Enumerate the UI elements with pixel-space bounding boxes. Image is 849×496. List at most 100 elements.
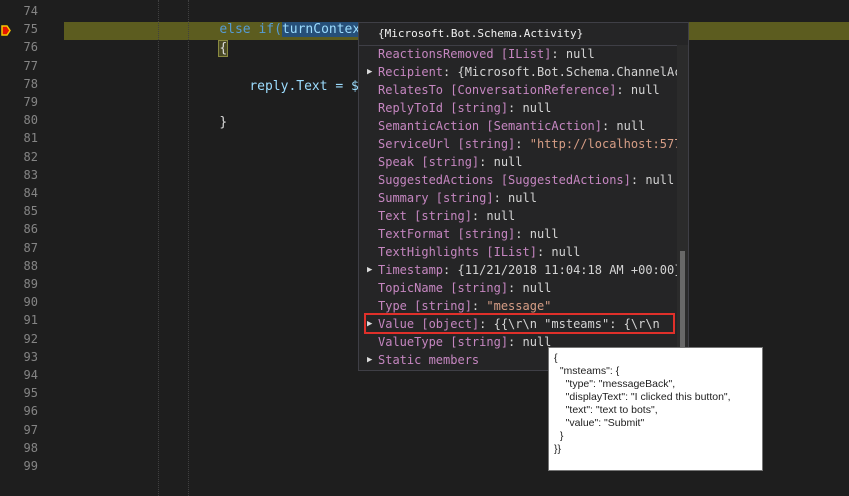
expand-arrow-icon[interactable]: ▶	[367, 351, 377, 369]
line-number: 79	[23, 95, 38, 109]
property-value: null	[565, 47, 595, 61]
property-name: Text [string]	[378, 209, 472, 223]
property-value: {11/21/2018 11:04:18 AM +00:00}	[457, 263, 677, 277]
line-number-gutter: 74 75 76 77 78 79 80 81 82 83 84 85 86 87 88 89 90 91 92 93…	[0, 0, 64, 496]
property-separator: :	[515, 227, 530, 241]
property-value: {Microsoft.Bot.Schema.ChannelAcc	[457, 65, 677, 79]
datatip-row[interactable]: ServiceUrl [string]: "http://localhost:5…	[359, 135, 677, 153]
datatip-row[interactable]: Speak [string]: null	[359, 153, 677, 171]
property-separator: :	[630, 173, 646, 187]
property-name: Timestamp	[378, 263, 444, 277]
line-number: 84	[23, 186, 38, 200]
datatip-row[interactable]: Text [string]: null	[359, 207, 677, 225]
line-number: 92	[23, 331, 38, 346]
property-name: TextFormat [string]	[378, 227, 516, 241]
property-name: RelatesTo [ConversationReference]	[378, 83, 617, 97]
datatip-row[interactable]: TextFormat [string]: null	[359, 225, 677, 243]
line-number: 96	[23, 404, 38, 419]
line-number: 81	[23, 131, 38, 146]
property-value: null	[522, 101, 552, 115]
property-name: TextHighlights [IList]	[378, 245, 537, 259]
breakpoint-current-statement-icon[interactable]	[1, 25, 11, 36]
property-name: ValueType [string]	[378, 335, 509, 349]
property-value: null	[645, 173, 675, 187]
line-number: 88	[23, 258, 38, 273]
property-separator: :	[508, 335, 523, 349]
property-name: Speak [string]	[378, 155, 480, 169]
datatip-row[interactable]: ReplyToId [string]: null	[359, 99, 677, 117]
property-separator: :	[508, 101, 523, 115]
property-separator: :	[551, 47, 566, 61]
property-value: null	[630, 83, 660, 97]
datatip-row[interactable]: ▶ Recipient: {Microsoft.Bot.Schema.Channe…	[359, 63, 677, 81]
property-name: SemanticAction [SemanticAction]	[378, 119, 602, 133]
datatip-row[interactable]: TopicName [string]: null	[359, 279, 677, 297]
closing-brace: }	[219, 115, 228, 130]
property-separator: :	[515, 137, 530, 151]
property-value: null	[486, 209, 516, 223]
line-number: 87	[23, 240, 38, 255]
property-separator: :	[601, 119, 617, 133]
line-number: 76	[23, 40, 38, 55]
property-value: null	[529, 227, 559, 241]
line-number: 86	[23, 222, 38, 237]
property-name: SuggestedActions [SuggestedActions]	[378, 173, 631, 187]
property-separator: :	[443, 65, 458, 79]
property-name: ServiceUrl [string]	[378, 137, 516, 151]
expand-arrow-icon[interactable]: ▶	[367, 63, 377, 81]
property-value: null	[551, 245, 581, 259]
line-number: 91	[23, 313, 38, 328]
line-number: 77	[23, 58, 38, 73]
line-number: 82	[23, 149, 38, 164]
datatip-scrollbar[interactable]	[677, 45, 688, 370]
datatip-row[interactable]: RelatesTo [ConversationReference]: null	[359, 81, 677, 99]
line-number: 80	[23, 113, 38, 128]
line-number: 83	[23, 167, 38, 182]
line-number: 74	[23, 4, 38, 18]
line-number: 85	[23, 204, 38, 219]
current-brace: {	[218, 40, 229, 57]
indent-guide	[158, 0, 159, 496]
line-number: 90	[23, 295, 38, 310]
datatip-row[interactable]: Summary [string]: null	[359, 189, 677, 207]
line-number: 93	[23, 349, 38, 364]
line-number: 94	[23, 368, 38, 382]
property-name: ReactionsRemoved [IList]	[378, 47, 552, 61]
code-line-79: }	[188, 96, 227, 150]
value-row-highlight-box	[364, 313, 675, 334]
property-separator: :	[508, 281, 523, 295]
property-value: null	[508, 191, 537, 205]
property-value: null	[493, 155, 523, 169]
property-name: Recipient	[378, 65, 444, 79]
property-name: Static members	[378, 353, 480, 367]
line-number: 78	[23, 76, 38, 91]
datatip-row[interactable]: TextHighlights [IList]: null	[359, 243, 677, 261]
datatip-row[interactable]: SemanticAction [SemanticAction]: null	[359, 117, 677, 135]
property-value: null	[522, 281, 552, 295]
property-value: "http://localhost:5777	[529, 137, 677, 151]
property-separator: :	[479, 155, 494, 169]
json-value-tooltip: { "msteams": { "type": "messageBack", "d…	[548, 347, 763, 471]
property-separator: :	[471, 299, 487, 313]
datatip-row[interactable]: ▶ Timestamp: {11/21/2018 11:04:18 AM +00:…	[359, 261, 677, 279]
property-name: Summary [string]	[378, 191, 494, 205]
line-number: 95	[23, 386, 38, 401]
line-number: 99	[23, 459, 38, 473]
property-name: TopicName [string]	[378, 281, 509, 295]
property-name: ReplyToId [string]	[378, 101, 509, 115]
line-number: 89	[23, 277, 38, 291]
property-separator: :	[536, 245, 552, 259]
datatip-row[interactable]: SuggestedActions [SuggestedActions]: nul…	[359, 171, 677, 189]
property-value: "message"	[486, 299, 552, 313]
property-separator: :	[493, 191, 509, 205]
property-separator: :	[616, 83, 631, 97]
property-name: Type [string]	[378, 299, 472, 313]
code-keyword: else if(	[219, 22, 282, 37]
property-value: null	[616, 119, 646, 133]
line-number: 98	[23, 440, 38, 455]
expand-arrow-icon[interactable]: ▶	[367, 261, 377, 279]
property-separator: :	[443, 263, 458, 277]
datatip-header: {Microsoft.Bot.Schema.Activity}	[359, 23, 688, 46]
datatip-row[interactable]: ReactionsRemoved [IList]: null	[359, 45, 677, 63]
property-separator: :	[471, 209, 487, 223]
